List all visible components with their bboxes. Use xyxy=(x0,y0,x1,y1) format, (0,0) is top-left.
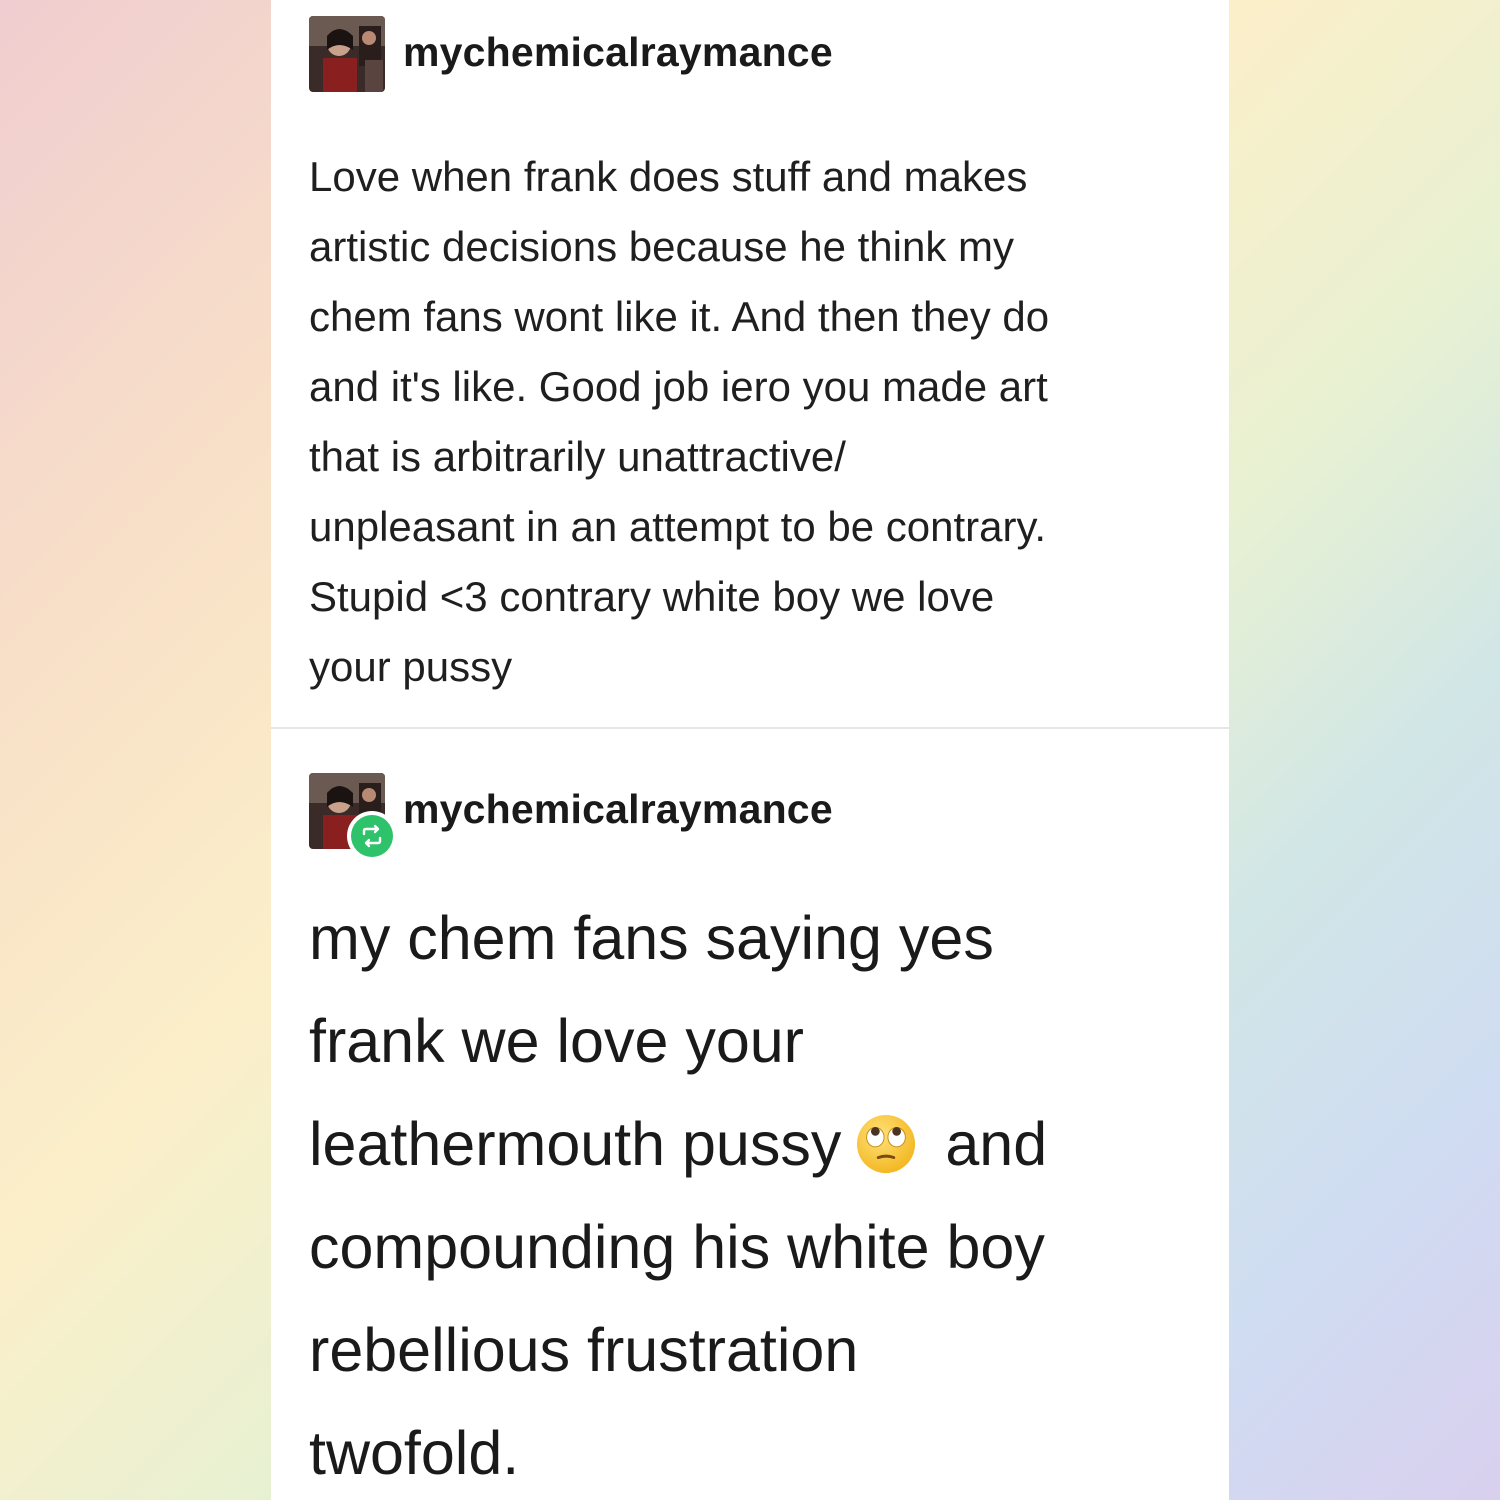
body-line: leathermouth pussy and xyxy=(309,1093,1189,1196)
reblog-icon xyxy=(362,824,382,848)
username[interactable]: mychemicalraymance xyxy=(403,785,833,833)
body-line: that is arbitrarily unattractive/ xyxy=(309,433,846,480)
body-line-text: and xyxy=(945,1110,1048,1178)
body-line: compounding his white boy xyxy=(309,1213,1045,1281)
avatar[interactable] xyxy=(309,16,385,92)
body-line: chem fans wont like it. And then they do xyxy=(309,293,1050,340)
body-line: Stupid <3 contrary white boy we love xyxy=(309,573,995,620)
body-line: and it's like. Good job iero you made ar… xyxy=(309,363,1048,410)
post-header: mychemicalraymance xyxy=(309,16,1189,92)
avatar[interactable] xyxy=(309,773,397,861)
post-original: mychemicalraymance Love when frank does … xyxy=(309,16,1189,702)
reblog-badge xyxy=(347,811,397,861)
post-reblog: mychemicalraymance my chem fans saying y… xyxy=(309,773,1189,1500)
body-line: unpleasant in an attempt to be contrary. xyxy=(309,503,1047,550)
post-header: mychemicalraymance xyxy=(309,773,1189,861)
post-card: mychemicalraymance Love when frank does … xyxy=(271,0,1229,1500)
body-line: Love when frank does stuff and makes xyxy=(309,153,1028,200)
body-line: rebellious frustration xyxy=(309,1316,859,1384)
body-line: frank we love your xyxy=(309,1007,804,1075)
body-line: my chem fans saying yes xyxy=(309,904,994,972)
post-body: my chem fans saying yes frank we love yo… xyxy=(309,887,1189,1500)
body-line: artistic decisions because he think my xyxy=(309,223,1014,270)
post-body: Love when frank does stuff and makes art… xyxy=(309,142,1189,702)
body-line: twofold. xyxy=(309,1419,520,1487)
body-line: your pussy xyxy=(309,643,513,690)
post-divider xyxy=(271,727,1229,729)
avatar-photo xyxy=(309,16,385,92)
face-with-rolling-eyes-emoji xyxy=(857,1114,916,1174)
body-line-text: leathermouth pussy xyxy=(309,1110,842,1178)
username[interactable]: mychemicalraymance xyxy=(403,28,833,76)
